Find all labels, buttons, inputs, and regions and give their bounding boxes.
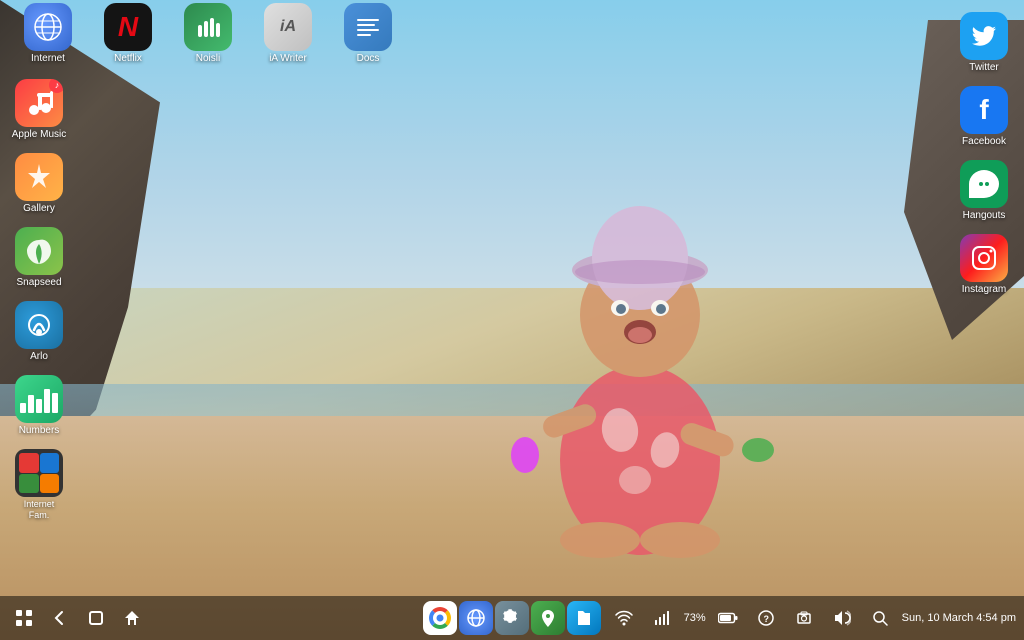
app-label-netflix: Netflix xyxy=(114,53,142,65)
facebook-icon: f xyxy=(960,86,1008,134)
signal-taskbar-icon[interactable] xyxy=(646,602,678,634)
snapseed-icon xyxy=(15,227,63,275)
app-label-internet-family: InternetFam. xyxy=(24,499,55,521)
back-button[interactable] xyxy=(44,602,76,634)
app-item-hangouts[interactable]: Hangouts xyxy=(948,156,1020,226)
app-label-snapseed: Snapseed xyxy=(16,277,61,289)
home-button[interactable] xyxy=(116,602,148,634)
netflix-icon: N xyxy=(104,3,152,51)
noisli-icon xyxy=(184,3,232,51)
wallpaper xyxy=(0,0,1024,640)
files-taskbar-icon[interactable] xyxy=(567,601,601,635)
twitter-icon xyxy=(960,12,1008,60)
instagram-icon xyxy=(960,234,1008,282)
grid-menu-button[interactable] xyxy=(8,602,40,634)
app-item-instagram[interactable]: Instagram xyxy=(948,230,1020,300)
maps-taskbar-icon[interactable] xyxy=(531,601,565,635)
top-dock: Internet N Netflix Noisli iA iA Writer xyxy=(0,0,1024,68)
internet-taskbar-icon[interactable] xyxy=(459,601,493,635)
gallery-icon xyxy=(15,153,63,201)
numbers-chart xyxy=(20,385,58,413)
app-label-arlo: Arlo xyxy=(30,351,48,363)
app-label-ia-writer: iA Writer xyxy=(269,53,307,65)
internet-icon xyxy=(24,3,72,51)
app-label-apple-music: Apple Music xyxy=(12,129,66,141)
sidebar-left: ♪ Apple Music Gallery Snapseed xyxy=(0,75,78,525)
app-item-docs[interactable]: Docs xyxy=(332,0,404,69)
arlo-icon xyxy=(15,301,63,349)
taskbar-right-status: 73% ? xyxy=(570,602,1016,634)
app-item-internet[interactable]: Internet xyxy=(12,0,84,69)
app-label-instagram: Instagram xyxy=(962,284,1006,296)
docs-icon xyxy=(344,3,392,51)
app-item-twitter[interactable]: Twitter xyxy=(948,8,1020,78)
square-button[interactable] xyxy=(80,602,112,634)
screenshot-taskbar-icon[interactable] xyxy=(788,602,820,634)
settings-taskbar-icon[interactable] xyxy=(495,601,529,635)
app-item-apple-music[interactable]: ♪ Apple Music xyxy=(3,75,75,145)
search-taskbar-icon[interactable] xyxy=(864,602,896,634)
app-item-noisli[interactable]: Noisli xyxy=(172,0,244,69)
ia-writer-icon: iA xyxy=(264,3,312,51)
taskbar-center-dock xyxy=(423,601,601,635)
sidebar-right: Twitter f Facebook Hangouts xyxy=(944,0,1024,300)
app-item-ia-writer[interactable]: iA iA Writer xyxy=(252,0,324,69)
app-label-docs: Docs xyxy=(357,53,380,65)
battery-percent: 73% xyxy=(684,612,706,624)
app-item-gallery[interactable]: Gallery xyxy=(3,149,75,219)
app-item-arlo[interactable]: Arlo xyxy=(3,297,75,367)
app-label-twitter: Twitter xyxy=(969,62,998,74)
hangouts-icon xyxy=(960,160,1008,208)
volume-taskbar-icon[interactable] xyxy=(826,602,858,634)
app-label-internet: Internet xyxy=(31,53,65,65)
chrome-taskbar-icon[interactable] xyxy=(423,601,457,635)
app-item-internet-family[interactable]: InternetFam. xyxy=(3,445,75,525)
battery-taskbar-icon xyxy=(712,602,744,634)
app-item-facebook[interactable]: f Facebook xyxy=(948,82,1020,152)
music-notification-badge: ♪ xyxy=(49,79,63,93)
datetime-display: Sun, 10 March 4:54 pm xyxy=(902,612,1016,624)
app-item-netflix[interactable]: N Netflix xyxy=(92,0,164,69)
app-label-hangouts: Hangouts xyxy=(963,210,1006,222)
svg-text:?: ? xyxy=(763,614,769,624)
app-item-snapseed[interactable]: Snapseed xyxy=(3,223,75,293)
app-label-gallery: Gallery xyxy=(23,203,55,215)
taskbar: 73% ? xyxy=(0,596,1024,640)
app-label-noisli: Noisli xyxy=(196,53,220,65)
numbers-icon xyxy=(15,375,63,423)
app-item-numbers[interactable]: Numbers xyxy=(3,371,75,441)
wifi-taskbar-icon[interactable] xyxy=(608,602,640,634)
help-taskbar-icon[interactable]: ? xyxy=(750,602,782,634)
app-label-facebook: Facebook xyxy=(962,136,1006,148)
apple-music-icon: ♪ xyxy=(15,79,63,127)
app-label-numbers: Numbers xyxy=(19,425,60,437)
internet-family-icon xyxy=(15,449,63,497)
